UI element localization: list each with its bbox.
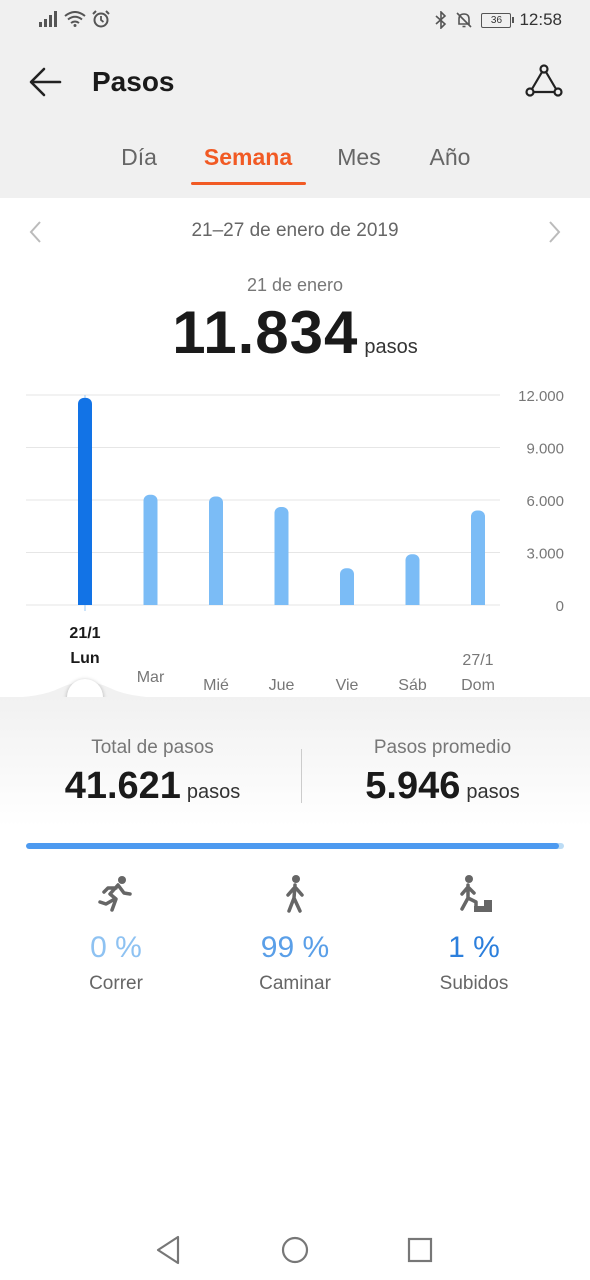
activity-running: 0 % Correr bbox=[26, 870, 206, 995]
chart-bar-base bbox=[78, 597, 92, 605]
chart-bar[interactable] bbox=[78, 397, 92, 605]
walk-share-fill bbox=[26, 843, 559, 849]
chart-bar-base bbox=[209, 597, 223, 605]
chart-bar-base bbox=[274, 597, 289, 605]
share-button[interactable] bbox=[524, 62, 564, 102]
selected-steps-unit: pasos bbox=[364, 336, 418, 358]
y-tick-label: 0 bbox=[556, 598, 564, 615]
chart-bar[interactable] bbox=[471, 510, 485, 606]
x-date-label: 27/1 bbox=[462, 652, 493, 669]
page-title: Pasos bbox=[92, 66, 175, 97]
y-tick-label: 3.000 bbox=[526, 546, 564, 563]
wifi-icon bbox=[64, 11, 86, 27]
weekly-summary: Total de pasos 41.621 pasos Pasos promedi… bbox=[0, 697, 590, 827]
clock: 12:58 bbox=[519, 10, 562, 29]
share-icon bbox=[525, 64, 563, 97]
y-tick-label: 12.000 bbox=[518, 388, 564, 405]
square-recents-icon bbox=[407, 1237, 433, 1263]
climbing-label: Subidos bbox=[439, 973, 509, 994]
chart-bar-base bbox=[143, 597, 158, 605]
average-steps-block: Pasos promedio 5.946 pasos bbox=[295, 737, 590, 808]
total-steps-unit: pasos bbox=[186, 781, 241, 803]
tab-semana[interactable]: Semana bbox=[204, 144, 292, 171]
circle-home-icon bbox=[281, 1236, 309, 1264]
steps-bar-chart[interactable]: 0 3.000 6.000 9.000 12.000 21/1 Lun Mar Mié Jue Vi… bbox=[0, 370, 590, 700]
back-button[interactable] bbox=[26, 62, 66, 102]
y-tick-label: 6.000 bbox=[526, 493, 564, 510]
y-tick-label: 9.000 bbox=[526, 441, 564, 458]
app-header: Pasos Día Semana Mes Año bbox=[0, 40, 590, 198]
climbing-percent: 1 % bbox=[448, 931, 500, 964]
mute-notification-icon bbox=[456, 12, 473, 28]
bluetooth-icon bbox=[435, 11, 447, 29]
activity-climbing: 1 % Subidos bbox=[384, 870, 564, 995]
nav-recents-button[interactable] bbox=[402, 1232, 438, 1268]
total-steps-value: 41.621 bbox=[64, 765, 181, 807]
date-range-nav: 21–27 de enero de 2019 bbox=[0, 212, 590, 252]
x-date-label: 21/1 bbox=[69, 625, 100, 642]
back-arrow-icon bbox=[29, 67, 62, 97]
nav-home-button[interactable] bbox=[277, 1232, 313, 1268]
walking-percent: 99 % bbox=[260, 931, 330, 964]
selected-steps-value: 11.834 bbox=[172, 299, 359, 366]
average-steps-value: 5.946 bbox=[365, 765, 461, 807]
x-day-label: Lun bbox=[70, 650, 99, 667]
chart-bar[interactable] bbox=[274, 507, 289, 605]
climbing-icon bbox=[460, 875, 492, 912]
running-label: Correr bbox=[89, 973, 143, 994]
selected-date: 21 de enero bbox=[246, 275, 344, 295]
date-range-label: 21–27 de enero de 2019 bbox=[191, 220, 399, 241]
nav-back-button[interactable] bbox=[150, 1232, 186, 1268]
chart-bar-base bbox=[471, 597, 485, 605]
average-steps-unit: pasos bbox=[466, 781, 520, 803]
chart-bar-base bbox=[340, 597, 354, 605]
next-week-button[interactable] bbox=[542, 218, 566, 246]
chart-bar-base bbox=[405, 597, 420, 605]
active-tab-indicator bbox=[191, 182, 306, 185]
alarm-icon bbox=[92, 10, 110, 28]
period-tabs: Día Semana Mes Año bbox=[0, 144, 590, 186]
chart-canvas: 03.0006.0009.00012.00021/1LunMar Mié Jue Vi… bbox=[26, 388, 564, 694]
battery-indicator: 36 bbox=[481, 12, 515, 28]
average-steps-label: Pasos promedio bbox=[373, 737, 512, 758]
total-steps-block: Total de pasos 41.621 pasos bbox=[5, 737, 300, 808]
signal-icon bbox=[39, 11, 57, 27]
chart-bar[interactable] bbox=[209, 496, 223, 606]
system-navigation-bar bbox=[0, 1220, 590, 1280]
total-steps-label: Total de pasos bbox=[91, 737, 214, 758]
chevron-right-icon bbox=[549, 221, 561, 243]
walking-icon bbox=[286, 875, 304, 913]
chart-bar[interactable] bbox=[143, 494, 158, 605]
running-percent: 0 % bbox=[90, 931, 142, 964]
selected-steps: 11.834 pasos bbox=[0, 298, 590, 367]
triangle-back-icon bbox=[156, 1235, 180, 1265]
running-icon bbox=[98, 876, 132, 912]
status-bar: 36 12:58 bbox=[0, 0, 590, 40]
tab-dia[interactable]: Día bbox=[121, 144, 157, 171]
walking-label: Caminar bbox=[259, 973, 331, 994]
activity-distribution-bar bbox=[26, 843, 564, 849]
activity-breakdown: 0 % Correr 99 % Caminar 1 % Subidos bbox=[0, 870, 590, 1000]
activity-walking: 99 % Caminar bbox=[205, 870, 385, 995]
tab-ano[interactable]: Año bbox=[430, 144, 471, 171]
tab-mes[interactable]: Mes bbox=[337, 144, 380, 171]
